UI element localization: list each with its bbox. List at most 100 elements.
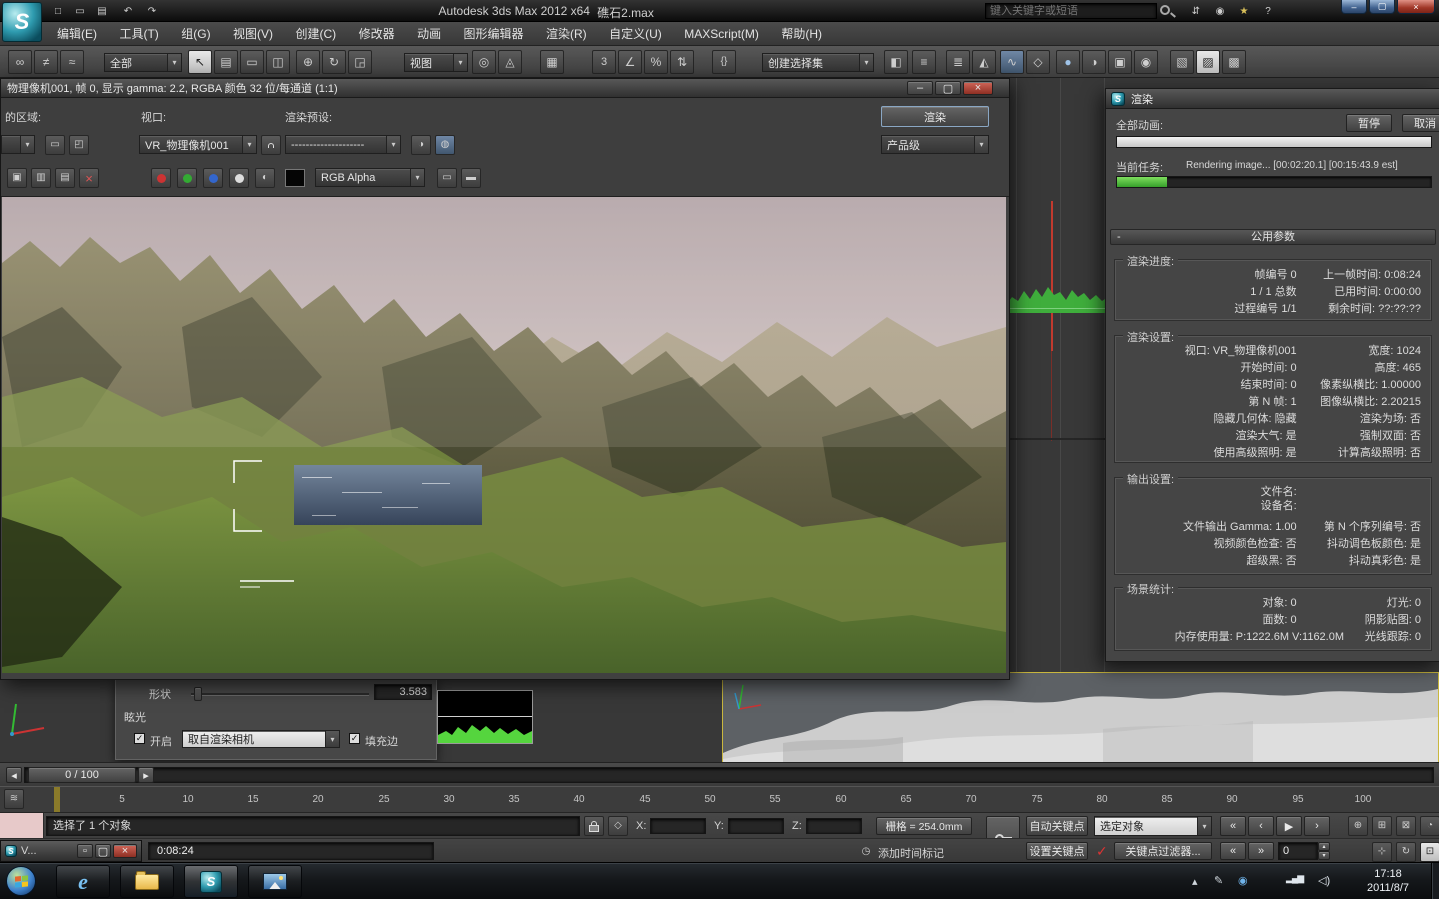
application-menu-button[interactable]: S bbox=[2, 2, 42, 42]
save-image-icon[interactable]: ▣ bbox=[7, 168, 27, 188]
play-animation-button[interactable]: ▶ bbox=[1276, 816, 1302, 836]
menu-create[interactable]: 创建(C) bbox=[286, 22, 345, 46]
redo-icon[interactable]: ↷ bbox=[142, 2, 162, 22]
minimize-button[interactable]: – bbox=[1341, 0, 1367, 14]
dropdown-arrow-icon[interactable]: ▾ bbox=[410, 169, 424, 186]
current-frame-field[interactable] bbox=[1278, 842, 1318, 860]
x-coordinate-field[interactable] bbox=[650, 818, 706, 834]
auto-region-icon[interactable]: ◰ bbox=[69, 135, 89, 155]
zoom-extents-icon[interactable]: ⊠ bbox=[1396, 816, 1416, 836]
spinner-up-icon[interactable]: ▴ bbox=[1318, 842, 1330, 851]
maximize-viewport-icon[interactable]: ⊡ bbox=[1420, 842, 1439, 862]
render-dialog-titlebar[interactable]: S 渲染 bbox=[1106, 89, 1439, 109]
rollout-collapse-icon[interactable]: - bbox=[1117, 230, 1121, 244]
volume-icon[interactable]: ◁) bbox=[1318, 874, 1330, 887]
window-crossing-icon[interactable]: ◫ bbox=[266, 50, 290, 74]
track-bar[interactable]: ≋ 5 10 15 20 25 30 35 40 45 50 55 60 65 … bbox=[0, 786, 1439, 812]
snaps-toggle-icon[interactable]: 3 bbox=[592, 50, 616, 74]
named-selection-sets-dropdown[interactable]: 创建选择集 ▾ bbox=[762, 53, 874, 72]
taskbar-item-ie[interactable]: e bbox=[56, 865, 110, 898]
material-editor-icon[interactable]: ● bbox=[1056, 50, 1080, 74]
alpha-channel-icon[interactable]: ◐ bbox=[255, 168, 275, 188]
menu-group[interactable]: 组(G) bbox=[172, 22, 219, 46]
maximize-button[interactable]: ▢ bbox=[1369, 0, 1395, 14]
favorites-icon[interactable]: ★ bbox=[1234, 2, 1254, 22]
close-button[interactable]: × bbox=[1397, 0, 1435, 14]
color-swatch[interactable] bbox=[285, 169, 305, 187]
shape-slider[interactable] bbox=[191, 693, 369, 696]
next-frame-button[interactable]: › bbox=[1304, 816, 1330, 836]
add-time-tag-label[interactable]: 添加时间标记 bbox=[878, 845, 944, 861]
new-file-icon[interactable]: □ bbox=[48, 2, 68, 22]
mini-window-restore-button[interactable]: ▫ bbox=[77, 844, 93, 858]
viewport-dropdown[interactable]: VR_物理像机001 ▾ bbox=[139, 135, 257, 154]
red-channel-icon[interactable] bbox=[151, 168, 171, 188]
undo-icon[interactable]: ↶ bbox=[118, 2, 138, 22]
mini-window-close-button[interactable]: × bbox=[113, 844, 137, 858]
open-file-icon[interactable]: ▭ bbox=[70, 2, 90, 22]
render-iterative-icon[interactable]: ▨ bbox=[1196, 50, 1220, 74]
clone-image-icon[interactable]: ▥ bbox=[31, 168, 51, 188]
rfw-minimize-button[interactable]: – bbox=[907, 81, 933, 95]
z-coordinate-field[interactable] bbox=[806, 818, 862, 834]
taskbar-item-3dsmax[interactable]: S bbox=[184, 865, 238, 898]
edit-region-icon[interactable]: ▭ bbox=[45, 135, 65, 155]
curve-editor-icon[interactable]: ∿ bbox=[1000, 50, 1024, 74]
align-icon[interactable]: ≡ bbox=[912, 50, 936, 74]
key-mode-dropdown[interactable]: 选定对象 ▾ bbox=[1094, 816, 1212, 836]
select-and-link-icon[interactable]: ∞ bbox=[8, 50, 32, 74]
menu-edit[interactable]: 编辑(E) bbox=[48, 22, 106, 46]
frame-spinner[interactable]: ▴ ▾ bbox=[1318, 842, 1330, 860]
spinner-down-icon[interactable]: ▾ bbox=[1318, 851, 1330, 860]
taskbar-item-image-viewer[interactable] bbox=[248, 865, 302, 898]
menu-maxscript[interactable]: MAXScript(M) bbox=[675, 22, 768, 46]
select-object-icon[interactable]: ↖ bbox=[188, 50, 212, 74]
key-filters-button[interactable]: 关键点过滤器... bbox=[1114, 842, 1212, 860]
common-parameters-rollout[interactable]: - 公用参数 bbox=[1110, 229, 1436, 245]
time-slider-next-arrow[interactable]: ▸ bbox=[138, 767, 154, 783]
cancel-button[interactable]: 取消 bbox=[1402, 114, 1439, 132]
activeshade-icon[interactable]: ▩ bbox=[1222, 50, 1246, 74]
start-button[interactable] bbox=[6, 866, 36, 896]
menu-graph-editors[interactable]: 图形编辑器 bbox=[455, 22, 533, 46]
shape-slider-handle[interactable] bbox=[194, 687, 202, 701]
menu-animation[interactable]: 动画 bbox=[408, 22, 450, 46]
render-mode-dropdown[interactable]: 产品级 ▾ bbox=[881, 135, 989, 154]
rendered-frame-window[interactable]: 物理像机001, 帧 0, 显示 gamma: 2.2, RGBA 颜色 32 … bbox=[0, 78, 1010, 680]
communication-center-icon[interactable]: ◉ bbox=[1210, 2, 1230, 22]
menu-views[interactable]: 视图(V) bbox=[224, 22, 282, 46]
angle-snap-icon[interactable]: ∠ bbox=[618, 50, 642, 74]
toggle-ui-overlays-icon[interactable]: ▭ bbox=[437, 168, 457, 188]
bind-to-space-warp-icon[interactable]: ≈ bbox=[60, 50, 84, 74]
lighting-analysis-icon[interactable]: ▧ bbox=[1170, 50, 1194, 74]
time-slider-track[interactable] bbox=[24, 767, 1434, 783]
open-mini-curve-editor-icon[interactable]: ≋ bbox=[4, 789, 24, 809]
layer-manager-icon[interactable]: ≣ bbox=[946, 50, 970, 74]
green-channel-icon[interactable] bbox=[177, 168, 197, 188]
render-setup-icon[interactable]: ◑ bbox=[1082, 50, 1106, 74]
spinner-snap-icon[interactable]: ⇅ bbox=[670, 50, 694, 74]
render-setup-icon[interactable]: ◑ bbox=[411, 135, 431, 155]
dropdown-arrow-icon[interactable]: ▾ bbox=[20, 136, 34, 153]
render-progress-dialog[interactable]: S 渲染 全部动画: 暂停 取消 当前任务: Rendering image..… bbox=[1105, 88, 1439, 662]
previous-key-button[interactable]: « bbox=[1220, 842, 1246, 860]
render-button[interactable]: 渲染 bbox=[881, 106, 989, 127]
menu-help[interactable]: 帮助(H) bbox=[772, 22, 831, 46]
absolute-mode-toggle-icon[interactable]: ◇ bbox=[608, 816, 628, 836]
select-and-rotate-icon[interactable]: ↻ bbox=[322, 50, 346, 74]
search-icon[interactable] bbox=[1160, 5, 1170, 15]
selection-filter-dropdown[interactable]: 全部 ▾ bbox=[104, 53, 182, 72]
hidden-icons-button[interactable]: ▴ bbox=[1192, 875, 1198, 888]
select-by-name-icon[interactable]: ▤ bbox=[214, 50, 238, 74]
time-slider-prev-arrow[interactable]: ◂ bbox=[6, 767, 22, 783]
select-and-manipulate-icon[interactable]: ◬ bbox=[498, 50, 522, 74]
exchange-icon[interactable]: ⇵ bbox=[1186, 2, 1206, 22]
rendered-frame-window-icon[interactable]: ▣ bbox=[1108, 50, 1132, 74]
percent-snap-icon[interactable]: % bbox=[644, 50, 668, 74]
fill-edges-checkbox[interactable]: ✓ bbox=[349, 733, 360, 744]
menu-tools[interactable]: 工具(T) bbox=[110, 22, 167, 46]
unlink-selection-icon[interactable]: ≠ bbox=[34, 50, 58, 74]
auto-key-button[interactable]: 自动关键点 bbox=[1026, 816, 1088, 836]
channel-display-dropdown[interactable]: RGB Alpha ▾ bbox=[315, 168, 425, 187]
environment-icon[interactable]: ◍ bbox=[435, 135, 455, 155]
